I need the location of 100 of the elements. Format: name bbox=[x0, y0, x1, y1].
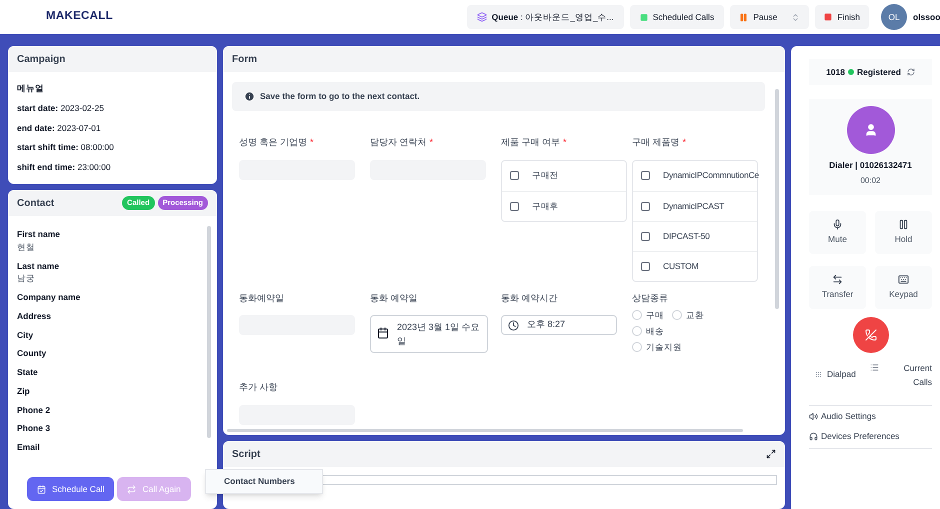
radio-button[interactable] bbox=[632, 310, 642, 320]
radio-label: 교환 bbox=[686, 309, 704, 322]
contact-field-label: Address bbox=[17, 310, 52, 322]
dialpad-button[interactable]: Dialpad bbox=[809, 367, 856, 381]
calendar-icon bbox=[37, 484, 46, 494]
checkbox-label: DynamicIPCommnutionCe bbox=[663, 169, 759, 182]
contact-field-label: Company name bbox=[17, 291, 82, 304]
calendar-icon bbox=[377, 327, 389, 339]
field-label: 통화 예약시간 bbox=[501, 292, 558, 304]
checkbox-label: 구매전 bbox=[532, 169, 558, 182]
hang-up-button[interactable] bbox=[852, 317, 888, 353]
list-icon bbox=[870, 363, 879, 372]
repeat-icon bbox=[127, 484, 136, 494]
field-label: 상담종류 bbox=[632, 292, 668, 304]
checkbox-label: DIPCAST-50 bbox=[663, 230, 710, 242]
avatar[interactable]: OL bbox=[881, 4, 907, 30]
radio-label: 배송 bbox=[646, 324, 664, 338]
checkbox[interactable] bbox=[641, 262, 650, 270]
refresh-icon[interactable] bbox=[906, 68, 915, 76]
required-mark: * bbox=[682, 136, 686, 149]
call-timer: 00:02 bbox=[860, 174, 881, 187]
panel-title: Contact bbox=[17, 196, 54, 210]
campaign-field: start shift time: 08:00:00 bbox=[17, 141, 208, 154]
contact-numbers-popup[interactable]: Contact Numbers bbox=[205, 469, 323, 494]
campaign-field: shift end time: 23:00:00 bbox=[17, 161, 208, 174]
schedule-call-button[interactable]: Schedule Call bbox=[27, 477, 114, 501]
devices-preferences-link[interactable]: Devices Preferences bbox=[809, 430, 932, 442]
checkbox[interactable] bbox=[510, 202, 519, 210]
info-icon bbox=[244, 91, 255, 102]
contact-field-label: First name bbox=[17, 228, 61, 241]
expand-icon[interactable] bbox=[766, 449, 776, 459]
checkbox-label: CUSTOM bbox=[663, 260, 698, 272]
time-field[interactable]: 오후 8:27 bbox=[501, 315, 617, 335]
radio-label: 구매 bbox=[646, 309, 664, 322]
date-field[interactable]: 2023년 3월 1일 수요일 bbox=[370, 315, 488, 353]
required-mark: * bbox=[563, 136, 567, 149]
caller-number: Dialer | 01026132471 bbox=[829, 159, 912, 172]
required-mark: * bbox=[310, 136, 314, 149]
hold-button[interactable]: Hold bbox=[875, 211, 932, 254]
checkbox-label: DynamicIPCAST bbox=[663, 200, 724, 212]
field-label: 제품 구매 여부 bbox=[501, 136, 560, 149]
user-name: olssoo bbox=[913, 10, 940, 24]
person-icon bbox=[864, 123, 878, 137]
contact-field-label: Last name bbox=[17, 260, 60, 272]
logo: MAKECALL bbox=[46, 9, 113, 24]
mute-button[interactable]: Mute bbox=[809, 211, 866, 254]
contact-field-value: 남궁 bbox=[17, 272, 36, 285]
transfer-button[interactable]: Transfer bbox=[809, 266, 866, 309]
field-label: 통화 예약일 bbox=[370, 292, 418, 304]
contact-field-label: Zip bbox=[17, 384, 31, 398]
field-label: 성명 혹은 기업명 bbox=[239, 136, 308, 149]
radio-button[interactable] bbox=[632, 342, 642, 352]
current-calls-button[interactable]: Current Calls bbox=[870, 361, 932, 389]
pause-select[interactable]: Pause bbox=[730, 5, 810, 29]
required-mark: * bbox=[430, 136, 434, 149]
contact-field-label: Email bbox=[17, 441, 41, 454]
radio-button[interactable] bbox=[672, 310, 682, 320]
panel-title: Form bbox=[232, 52, 257, 66]
microphone-icon bbox=[832, 219, 843, 230]
checkbox[interactable] bbox=[641, 202, 650, 210]
field-label: 구매 제품명 bbox=[632, 136, 680, 149]
finish-button[interactable]: Finish bbox=[815, 5, 869, 29]
layers-icon bbox=[476, 12, 487, 22]
notice-banner: Save the form to go to the next contact. bbox=[232, 82, 765, 111]
campaign-field: end date: 2023-07-01 bbox=[17, 122, 208, 134]
checkbox[interactable] bbox=[641, 232, 650, 240]
headset-icon bbox=[809, 432, 818, 440]
speaker-icon bbox=[809, 412, 818, 420]
phone-icon bbox=[864, 329, 876, 341]
radio-label: 기술지원 bbox=[646, 340, 682, 354]
radio-button[interactable] bbox=[632, 326, 642, 336]
audio-settings-link[interactable]: Audio Settings bbox=[809, 410, 932, 422]
square-icon bbox=[640, 12, 648, 22]
scheduled-calls-button[interactable]: Scheduled Calls bbox=[630, 5, 724, 29]
dots-icon bbox=[815, 370, 822, 378]
contact-field-label: Phone 3 bbox=[17, 422, 52, 435]
field-label: 추가 사항 bbox=[239, 381, 278, 394]
updown-icon bbox=[791, 12, 800, 22]
clock-icon bbox=[508, 320, 519, 330]
contact-field-label: County bbox=[17, 347, 48, 360]
keyboard-icon bbox=[898, 274, 909, 286]
queue-button[interactable]: Queue : 아웃바운드_영업_수... bbox=[466, 5, 624, 29]
campaign-field: start date: 2023-02-25 bbox=[17, 102, 208, 114]
square-icon bbox=[824, 13, 832, 21]
field-label: 담당자 연락처 bbox=[370, 136, 427, 149]
pause-icon bbox=[898, 219, 909, 230]
keypad-button[interactable]: Keypad bbox=[875, 266, 932, 309]
panel-title: Script bbox=[232, 448, 260, 462]
checkbox[interactable] bbox=[641, 171, 650, 180]
field-label: 통화예약일 bbox=[239, 292, 284, 304]
contact-field-label: City bbox=[17, 328, 34, 342]
checkbox-label: 구매후 bbox=[532, 200, 558, 212]
checkbox[interactable] bbox=[510, 171, 519, 180]
contact-field-label: Phone 2 bbox=[17, 404, 52, 416]
contact-field-value: 현철 bbox=[17, 240, 36, 254]
panel-title: Campaign bbox=[17, 52, 66, 66]
campaign-name: 메뉴얼 bbox=[17, 82, 45, 95]
swap-arrows-icon bbox=[832, 274, 843, 286]
registration-bar: 1018 Registered bbox=[809, 59, 932, 85]
contact-field-label: State bbox=[17, 366, 39, 379]
